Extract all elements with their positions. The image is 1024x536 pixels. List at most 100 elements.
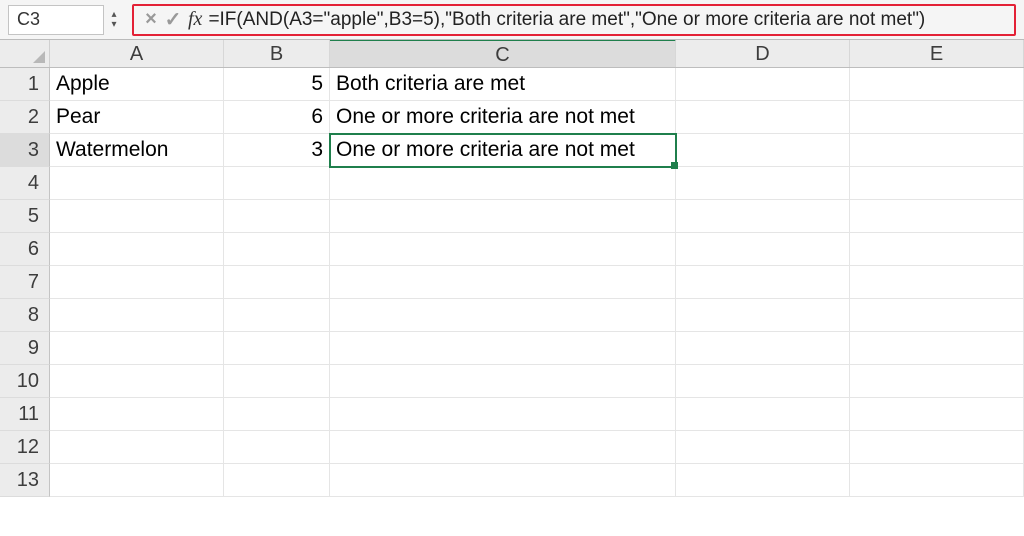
accept-icon[interactable]: ✓ [162,7,184,32]
cell-E12[interactable] [850,431,1024,464]
row-2: 2 Pear 6 One or more criteria are not me… [0,101,1024,134]
row-8: 8 [0,299,1024,332]
cell-A13[interactable] [50,464,224,497]
formula-input[interactable]: =IF(AND(A3="apple",B3=5),"Both criteria … [208,9,925,31]
cell-E3[interactable] [850,134,1024,167]
cell-D10[interactable] [676,365,850,398]
name-box-stepper[interactable]: ▴ ▾ [106,5,122,35]
row-4: 4 [0,167,1024,200]
cancel-icon[interactable]: × [140,8,162,31]
cell-C10[interactable] [330,365,676,398]
cell-C7[interactable] [330,266,676,299]
cell-B11[interactable] [224,398,330,431]
cell-C11[interactable] [330,398,676,431]
cell-A12[interactable] [50,431,224,464]
cell-B9[interactable] [224,332,330,365]
select-all-corner[interactable] [0,40,50,67]
cell-D6[interactable] [676,233,850,266]
cell-B12[interactable] [224,431,330,464]
cell-C4[interactable] [330,167,676,200]
row-header-1[interactable]: 1 [0,68,50,101]
cell-E9[interactable] [850,332,1024,365]
cell-C8[interactable] [330,299,676,332]
cell-D5[interactable] [676,200,850,233]
row-header-2[interactable]: 2 [0,101,50,134]
cell-D4[interactable] [676,167,850,200]
row-header-3[interactable]: 3 [0,134,50,167]
cell-C13[interactable] [330,464,676,497]
cell-D3[interactable] [676,134,850,167]
name-box[interactable]: C3 [8,5,104,35]
formula-highlight: × ✓ fx =IF(AND(A3="apple",B3=5),"Both cr… [132,4,1016,36]
row-header-11[interactable]: 11 [0,398,50,431]
col-header-E[interactable]: E [850,40,1024,67]
cell-A3[interactable]: Watermelon [50,134,224,167]
row-header-12[interactable]: 12 [0,431,50,464]
row-header-8[interactable]: 8 [0,299,50,332]
cell-D13[interactable] [676,464,850,497]
cell-C5[interactable] [330,200,676,233]
rows-container: 1 Apple 5 Both criteria are met 2 Pear 6… [0,68,1024,497]
row-header-6[interactable]: 6 [0,233,50,266]
cell-A11[interactable] [50,398,224,431]
cell-B13[interactable] [224,464,330,497]
cell-D2[interactable] [676,101,850,134]
row-header-5[interactable]: 5 [0,200,50,233]
cell-B3[interactable]: 3 [224,134,330,167]
cell-C9[interactable] [330,332,676,365]
cell-B6[interactable] [224,233,330,266]
cell-A9[interactable] [50,332,224,365]
cell-A8[interactable] [50,299,224,332]
col-header-B[interactable]: B [224,40,330,67]
cell-A4[interactable] [50,167,224,200]
cell-D9[interactable] [676,332,850,365]
cell-B7[interactable] [224,266,330,299]
cell-E4[interactable] [850,167,1024,200]
cell-D8[interactable] [676,299,850,332]
row-9: 9 [0,332,1024,365]
cell-C1[interactable]: Both criteria are met [330,68,676,101]
row-7: 7 [0,266,1024,299]
cell-E2[interactable] [850,101,1024,134]
cell-E11[interactable] [850,398,1024,431]
col-header-C[interactable]: C [330,39,676,67]
cell-D1[interactable] [676,68,850,101]
fx-label[interactable]: fx [184,8,208,31]
cell-D11[interactable] [676,398,850,431]
cell-E6[interactable] [850,233,1024,266]
cell-E8[interactable] [850,299,1024,332]
cell-B1[interactable]: 5 [224,68,330,101]
cell-E13[interactable] [850,464,1024,497]
cell-B2[interactable]: 6 [224,101,330,134]
cell-A2[interactable]: Pear [50,101,224,134]
cell-E1[interactable] [850,68,1024,101]
col-header-D[interactable]: D [676,40,850,67]
row-header-10[interactable]: 10 [0,365,50,398]
row-header-13[interactable]: 13 [0,464,50,497]
cell-B8[interactable] [224,299,330,332]
cell-C3[interactable]: One or more criteria are not met [330,134,676,167]
row-12: 12 [0,431,1024,464]
cell-A7[interactable] [50,266,224,299]
cell-A5[interactable] [50,200,224,233]
cell-C12[interactable] [330,431,676,464]
row-header-9[interactable]: 9 [0,332,50,365]
col-header-A[interactable]: A [50,40,224,67]
cell-B5[interactable] [224,200,330,233]
cell-A1[interactable]: Apple [50,68,224,101]
cell-C2[interactable]: One or more criteria are not met [330,101,676,134]
cell-B4[interactable] [224,167,330,200]
cell-D7[interactable] [676,266,850,299]
cell-A6[interactable] [50,233,224,266]
cell-B10[interactable] [224,365,330,398]
cell-E5[interactable] [850,200,1024,233]
row-3: 3 Watermelon 3 One or more criteria are … [0,134,1024,167]
row-header-4[interactable]: 4 [0,167,50,200]
cell-E7[interactable] [850,266,1024,299]
cell-D12[interactable] [676,431,850,464]
cell-A10[interactable] [50,365,224,398]
name-box-value: C3 [17,9,40,30]
cell-E10[interactable] [850,365,1024,398]
cell-C6[interactable] [330,233,676,266]
row-header-7[interactable]: 7 [0,266,50,299]
